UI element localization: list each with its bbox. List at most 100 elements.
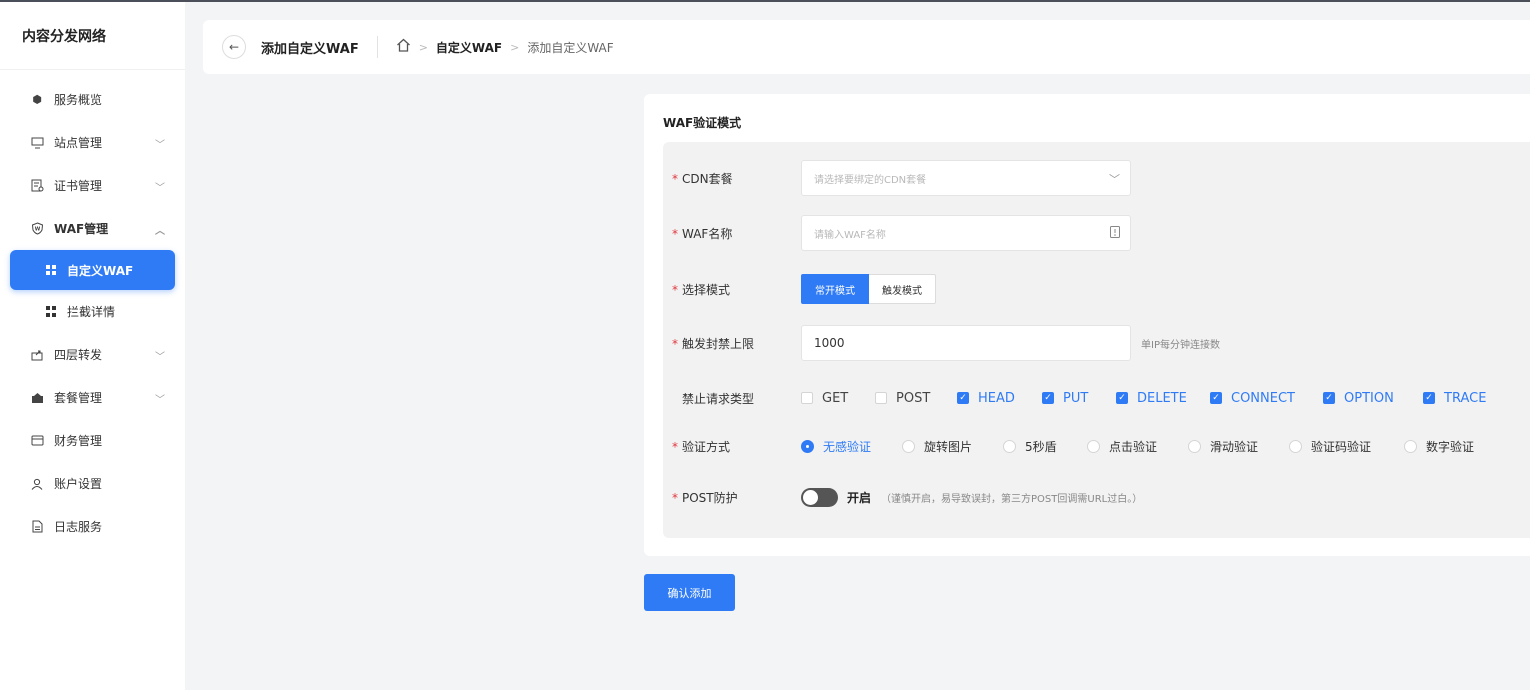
info-icon <box>1110 226 1120 241</box>
mode-label: * 选择模式 <box>672 282 731 297</box>
cdn-plan-select[interactable]: 请选择要绑定的CDN套餐 ﹀ <box>801 160 1131 196</box>
sidebar-item-label: WAF管理 <box>54 222 109 236</box>
mode-trigger-button[interactable]: 触发模式 <box>869 274 936 304</box>
sidebar-item-label: 账户设置 <box>54 477 103 491</box>
sidebar-item-label: 四层转发 <box>54 348 103 362</box>
sidebar-item-logs[interactable]: 日志服务 <box>0 505 185 548</box>
sidebar-item-sites[interactable]: 站点管理 ﹀ <box>0 121 185 164</box>
chevron-up-icon: ︿ <box>155 226 165 237</box>
grid-icon <box>46 306 57 317</box>
window-top-border <box>0 0 1530 2</box>
sidebar-nav: ⬢ 服务概览 站点管理 ﹀ 证书管理 ﹀ W WAF管理 ︿ 自定义WAF 拦截… <box>0 70 185 548</box>
grid-icon <box>46 264 57 276</box>
waf-name-label: * WAF名称 <box>672 226 733 241</box>
sidebar-item-label: 自定义WAF <box>67 263 134 278</box>
post-protect-toggle[interactable] <box>801 487 838 507</box>
brand-title: 内容分发网络 <box>0 2 185 70</box>
sidebar-item-l4-forward[interactable]: 四层转发 ﹀ <box>0 333 185 376</box>
chevron-down-icon: ﹀ <box>155 395 165 406</box>
sidebar-item-label: 站点管理 <box>54 136 103 150</box>
form-row-cdn-plan: * CDN套餐 请选择要绑定的CDN套餐 ﹀ <box>663 160 1530 196</box>
chevron-down-icon: ﹀ <box>155 352 165 363</box>
package-icon <box>30 391 44 405</box>
user-icon <box>30 477 44 491</box>
verify-rotate-image-radio[interactable]: 旋转图片 <box>902 438 1003 455</box>
method-delete-checkbox[interactable]: ✓ DELETE <box>1116 391 1210 406</box>
card-title: WAF验证模式 <box>663 116 742 130</box>
document-icon <box>30 520 44 534</box>
verify-click-radio[interactable]: 点击验证 <box>1087 438 1188 455</box>
chevron-down-icon: ﹀ <box>155 140 165 151</box>
form-row-verify: * 验证方式 无感验证 旋转图片 5秒盾 点击验证 滑动验证 验证码验证 数字验证 <box>663 434 1530 458</box>
cdn-plan-label: * CDN套餐 <box>672 171 733 186</box>
post-protect-hint: （谨慎开启，易导致误封，第三方POST回调需URL过白。） <box>881 493 1143 505</box>
chevron-down-icon: ﹀ <box>155 183 165 194</box>
back-button[interactable]: ← <box>222 35 246 59</box>
method-option-checkbox[interactable]: ✓ OPTION <box>1323 391 1423 406</box>
methods-label: 禁止请求类型 <box>682 391 755 406</box>
limit-input[interactable]: 1000 <box>801 325 1131 361</box>
arrow-left-icon: ← <box>228 40 240 54</box>
post-protect-toggle-label: 开启 <box>847 490 872 505</box>
verify-numeric-radio[interactable]: 数字验证 <box>1404 438 1474 455</box>
post-protect-label: * POST防护 <box>672 490 738 505</box>
sidebar-item-label: 财务管理 <box>54 434 103 448</box>
chevron-right-icon: > <box>418 40 428 54</box>
method-post-checkbox[interactable]: POST <box>875 391 957 406</box>
methods-checkbox-group: GET POST ✓ HEAD ✓ PUT ✓ DELETE ✓ CONNECT ✓ OP… <box>801 391 1486 406</box>
waf-form-card: WAF验证模式 * CDN套餐 请选择要绑定的CDN套餐 ﹀ * WAF名称 请输入… <box>644 94 1530 556</box>
svg-text:W: W <box>34 227 40 233</box>
chevron-down-icon: ﹀ <box>1109 173 1120 186</box>
method-connect-checkbox[interactable]: ✓ CONNECT <box>1210 391 1323 406</box>
sidebar-item-label: 拦截详情 <box>67 305 116 319</box>
confirm-add-button[interactable]: 确认添加 <box>644 574 735 611</box>
page-header: ← 添加自定义WAF > 自定义WAF > 添加自定义WAF <box>203 20 1530 74</box>
shield-icon: W <box>30 222 44 236</box>
page-title: 添加自定义WAF <box>261 41 359 57</box>
verify-seamless-radio[interactable]: 无感验证 <box>801 438 902 455</box>
sidebar-item-intercept-details[interactable]: 拦截详情 <box>0 290 185 333</box>
form-row-waf-name: * WAF名称 请输入WAF名称 <box>663 215 1530 251</box>
breadcrumb-current: 添加自定义WAF <box>527 40 614 55</box>
home-icon[interactable] <box>396 38 411 56</box>
form-row-mode: * 选择模式 常开模式 触发模式 <box>663 274 1530 304</box>
mode-always-on-button[interactable]: 常开模式 <box>801 274 869 304</box>
forward-icon <box>30 348 44 362</box>
verify-captcha-radio[interactable]: 验证码验证 <box>1289 438 1404 455</box>
sidebar-item-plans[interactable]: 套餐管理 ﹀ <box>0 376 185 419</box>
form-row-limit: * 触发封禁上限 1000 单IP每分钟连接数 <box>663 325 1530 361</box>
limit-hint: 单IP每分钟连接数 <box>1141 339 1220 351</box>
waf-name-input[interactable]: 请输入WAF名称 <box>801 215 1131 251</box>
method-put-checkbox[interactable]: ✓ PUT <box>1042 391 1116 406</box>
sidebar-item-label: 服务概览 <box>54 93 103 107</box>
method-get-checkbox[interactable]: GET <box>801 391 875 406</box>
mode-segmented: 常开模式 触发模式 <box>801 274 936 304</box>
form-row-post-protect: * POST防护 开启 （谨慎开启，易导致误封，第三方POST回调需URL过白。） <box>663 485 1530 509</box>
sidebar-item-label: 套餐管理 <box>54 391 103 405</box>
verify-label: * 验证方式 <box>672 439 731 454</box>
form-row-methods: 禁止请求类型 GET POST ✓ HEAD ✓ PUT ✓ DELETE ✓ CONN… <box>663 386 1530 410</box>
wallet-icon <box>30 434 44 448</box>
cube-icon: ⬢ <box>32 93 42 106</box>
sidebar-item-finance[interactable]: 财务管理 <box>0 419 185 462</box>
verify-radio-group: 无感验证 旋转图片 5秒盾 点击验证 滑动验证 验证码验证 数字验证 <box>801 438 1474 455</box>
sidebar-item-certs[interactable]: 证书管理 ﹀ <box>0 164 185 207</box>
header-divider <box>376 36 378 58</box>
form-area: *CDN套餐 请选择要绑定的CDN套餐 ﹀ *WAF名称 请输入WAF名称 <box>663 142 1530 538</box>
sidebar: 内容分发网络 ⬢ 服务概览 站点管理 ﹀ 证书管理 ﹀ W WAF管理 ︿ 自定… <box>0 2 185 690</box>
verify-slide-radio[interactable]: 滑动验证 <box>1188 438 1289 455</box>
certificate-icon <box>30 179 44 193</box>
chevron-right-icon: > <box>510 40 520 54</box>
method-head-checkbox[interactable]: ✓ HEAD <box>957 391 1042 406</box>
breadcrumb-custom-waf[interactable]: 自定义WAF <box>436 39 502 56</box>
sidebar-item-label: 证书管理 <box>54 179 103 193</box>
sidebar-item-waf[interactable]: W WAF管理 ︿ <box>0 207 185 250</box>
monitor-icon <box>30 136 44 150</box>
sidebar-item-label: 日志服务 <box>54 520 103 534</box>
method-trace-checkbox[interactable]: ✓ TRACE <box>1423 391 1486 406</box>
verify-5s-shield-radio[interactable]: 5秒盾 <box>1003 438 1087 455</box>
limit-label: * 触发封禁上限 <box>672 336 755 351</box>
sidebar-item-account[interactable]: 账户设置 <box>0 462 185 505</box>
sidebar-item-custom-waf[interactable]: 自定义WAF <box>10 250 175 290</box>
sidebar-item-overview[interactable]: ⬢ 服务概览 <box>0 78 185 121</box>
